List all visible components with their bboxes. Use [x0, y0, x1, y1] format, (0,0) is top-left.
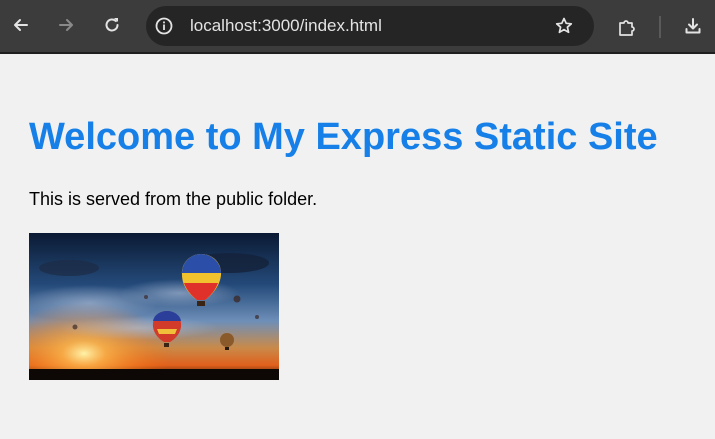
arrow-left-icon — [14, 19, 28, 31]
toolbar-separator — [659, 16, 661, 38]
extensions-button[interactable] — [615, 15, 639, 39]
hot-air-balloons-image — [29, 233, 279, 380]
arrow-right-icon — [59, 19, 73, 31]
download-icon — [685, 18, 701, 34]
back-button[interactable] — [9, 13, 33, 37]
forward-button[interactable] — [54, 13, 78, 37]
page-heading: Welcome to My Express Static Site — [29, 116, 658, 158]
info-icon — [155, 17, 173, 35]
star-icon — [555, 17, 573, 34]
reload-button[interactable] — [100, 13, 124, 37]
page-content: Welcome to My Express Static Site This i… — [0, 56, 715, 439]
site-info-button[interactable] — [152, 14, 176, 38]
bookmark-button[interactable] — [552, 14, 576, 38]
reload-icon — [105, 18, 119, 32]
url-text[interactable]: localhost:3000/index.html — [190, 16, 382, 36]
browser-toolbar: localhost:3000/index.html — [0, 0, 715, 54]
downloads-button[interactable] — [681, 14, 705, 38]
address-bar[interactable]: localhost:3000/index.html — [146, 6, 594, 46]
puzzle-icon — [619, 20, 635, 36]
page-paragraph: This is served from the public folder. — [29, 189, 318, 209]
